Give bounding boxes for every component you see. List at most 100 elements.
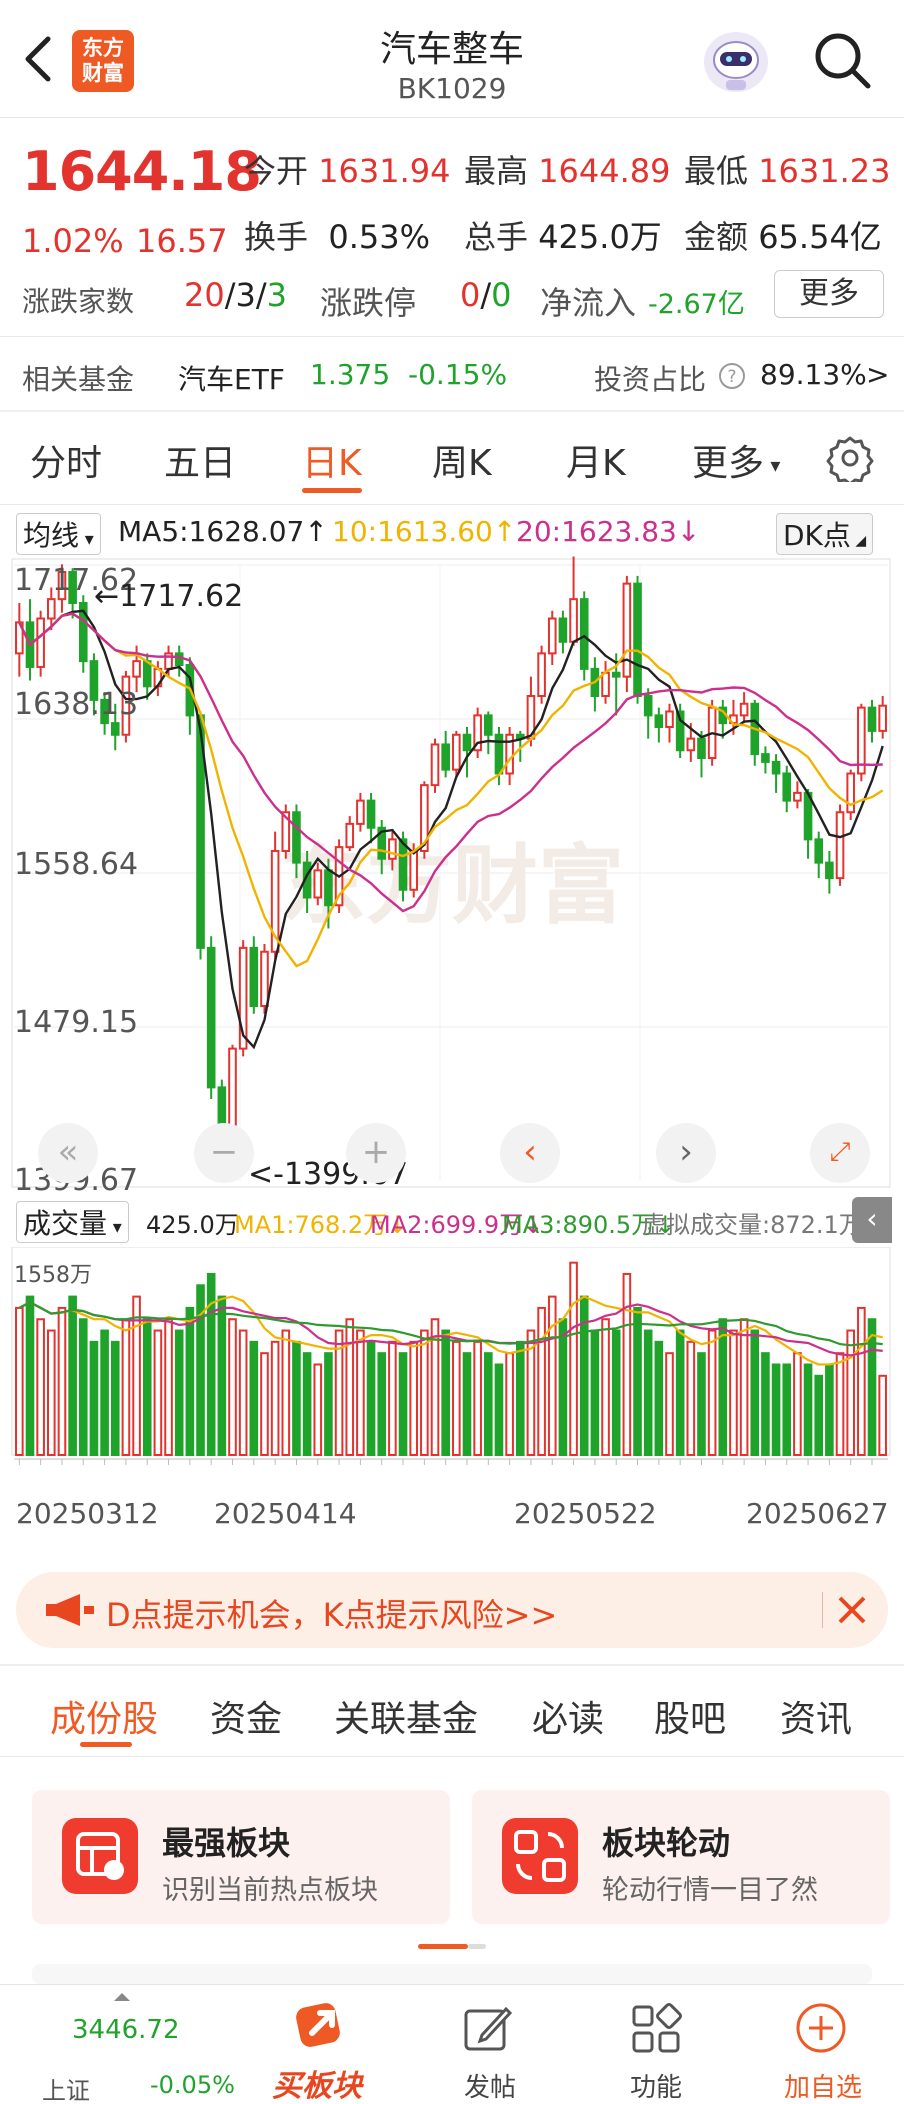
candle-body [345,822,355,849]
grid-icon [632,2003,682,2053]
candle-body [835,811,845,880]
card-strongest-sector[interactable]: 最强板块 识别当前热点板块 [32,1790,450,1924]
candle-body [260,950,269,1007]
tab-intraday[interactable]: 分时 [30,434,102,486]
volume-bar [878,1374,887,1456]
active-tab-underline [80,1742,132,1747]
tab-forum[interactable]: 股吧 [654,1690,726,1742]
more-stats-button[interactable]: 更多 [774,270,884,318]
low-label: 最低 [684,152,749,190]
down-arrow-icon: ↓ [676,515,701,548]
low-stat: 最低 1631.23 [684,146,891,192]
kline-chart-panel[interactable]: 均线 ▾ MA5:1628.07↑ 10:1613.60↑ 20:1623.83… [0,505,904,1555]
tab-monthly-k[interactable]: 月K [566,434,626,486]
volume-bar [590,1329,600,1456]
turnover-label: 换手 [244,218,309,256]
candle-body [643,695,653,717]
up-count: 20 [184,276,225,314]
volume-bar [686,1340,696,1456]
dropdown-triangle-icon: ▾ [79,529,94,550]
volume-bar [185,1306,195,1456]
high-marker-value: 1717.62 [119,579,244,614]
volume-bar [174,1329,184,1456]
date-label: 20250312 [16,1497,159,1530]
card-sector-rotation[interactable]: 板块轮动 轮动行情一目了然 [472,1790,890,1924]
volume-bar [473,1340,482,1456]
prev-button[interactable]: ‹ [500,1123,560,1183]
tab-must-read[interactable]: 必读 [532,1690,604,1742]
amount-label: 金额 [684,218,749,256]
volume-bar [142,1318,152,1456]
candle-body [292,811,301,864]
tab-related-funds[interactable]: 关联基金 [334,1690,478,1742]
volume-bar [494,1363,504,1456]
volume-bar [707,1329,717,1456]
candle-body [366,799,376,829]
tab-constituents[interactable]: 成份股 [50,1690,158,1742]
volume-bar [25,1295,35,1456]
collapse-panel-button[interactable]: ‹ [852,1197,892,1243]
updown-label: 涨跌家数 [22,285,135,318]
tab-five-day[interactable]: 五日 [164,434,236,486]
fund-arrow: > [866,358,890,391]
dk-tip-banner[interactable]: D点提示机会，K点提示风险>> [16,1572,888,1648]
tab-more[interactable]: 更多 ▾ [692,434,780,486]
candle-body [174,652,184,667]
volume-bar [110,1340,120,1456]
post-label: 发帖 [464,2073,517,2103]
vma1-text: MA1:768.2万 [234,1211,388,1239]
tab-weekly-k[interactable]: 周K [432,434,492,486]
bottom-nav: 3446.72 上证 -0.05% 买板块 发帖 功能 加自选 [0,1984,904,2104]
candle-body [814,838,824,864]
candle-body [771,760,781,775]
ma5-legend: MA5:1628.07↑ [118,515,328,548]
up-arrow-icon: ↑ [492,515,517,548]
rewind-button[interactable]: « [38,1123,98,1183]
buy-sector-label: 买板块 [272,2069,362,2104]
ma5-text: MA5:1628.07 [118,515,305,548]
next-row-placeholder [32,1964,872,1984]
limit-counts: 0/0 [460,276,512,314]
zoom-in-button[interactable]: + [346,1123,406,1183]
candle-body [110,722,120,736]
candle-body [324,869,333,907]
updown-counts: 20/3/3 [184,276,287,314]
banner-text: D点提示机会，K点提示风险>> [106,1596,558,1634]
indicator-select[interactable]: 成交量 ▾ [16,1201,129,1243]
ma-select[interactable]: 均线 ▾ [16,513,101,555]
tab-news[interactable]: 资讯 [780,1690,852,1742]
corner-triangle-icon: ◢ [850,533,867,549]
volume-bar [729,1329,738,1456]
netflow-label: 净流入 [540,284,637,322]
volume-stat: 总手 425.0万 [464,212,662,258]
candle-body [537,652,546,698]
flat-count: 3 [235,276,256,314]
volume-bar [782,1363,792,1456]
search-icon[interactable] [812,30,872,90]
limit-down-count: 0 [491,276,512,314]
function-label: 功能 [630,2073,683,2103]
robot-assistant-icon[interactable] [698,24,774,96]
fund-ratio-label: 投资占比 [594,363,707,396]
zoom-out-button[interactable]: − [194,1123,254,1183]
volume-max-label: 1558万 [14,1263,92,1288]
ma20-legend: 20:1623.83↓ [516,515,700,548]
candle-body [782,772,792,802]
y-tick-label: 1479.15 [14,1005,139,1040]
fullscreen-icon[interactable]: ⤢ [810,1123,870,1183]
candle-body [579,598,589,670]
low-value: 1631.23 [758,152,891,190]
next-button[interactable]: › [656,1123,716,1183]
divider [0,1756,904,1757]
gear-icon[interactable] [826,434,874,482]
virtual-volume: 虚拟成交量:872.1万 [642,1211,863,1239]
close-icon[interactable] [834,1592,870,1628]
dk-point-toggle[interactable]: DK点 ◢ [776,513,874,555]
tab-daily-k[interactable]: 日K [302,434,362,486]
volume-bar [814,1374,824,1456]
tab-capital[interactable]: 资金 [210,1690,282,1742]
volume-bar [462,1352,472,1456]
help-icon[interactable]: ? [718,362,746,390]
candle-body [249,946,259,1007]
volume-bar [654,1340,664,1456]
